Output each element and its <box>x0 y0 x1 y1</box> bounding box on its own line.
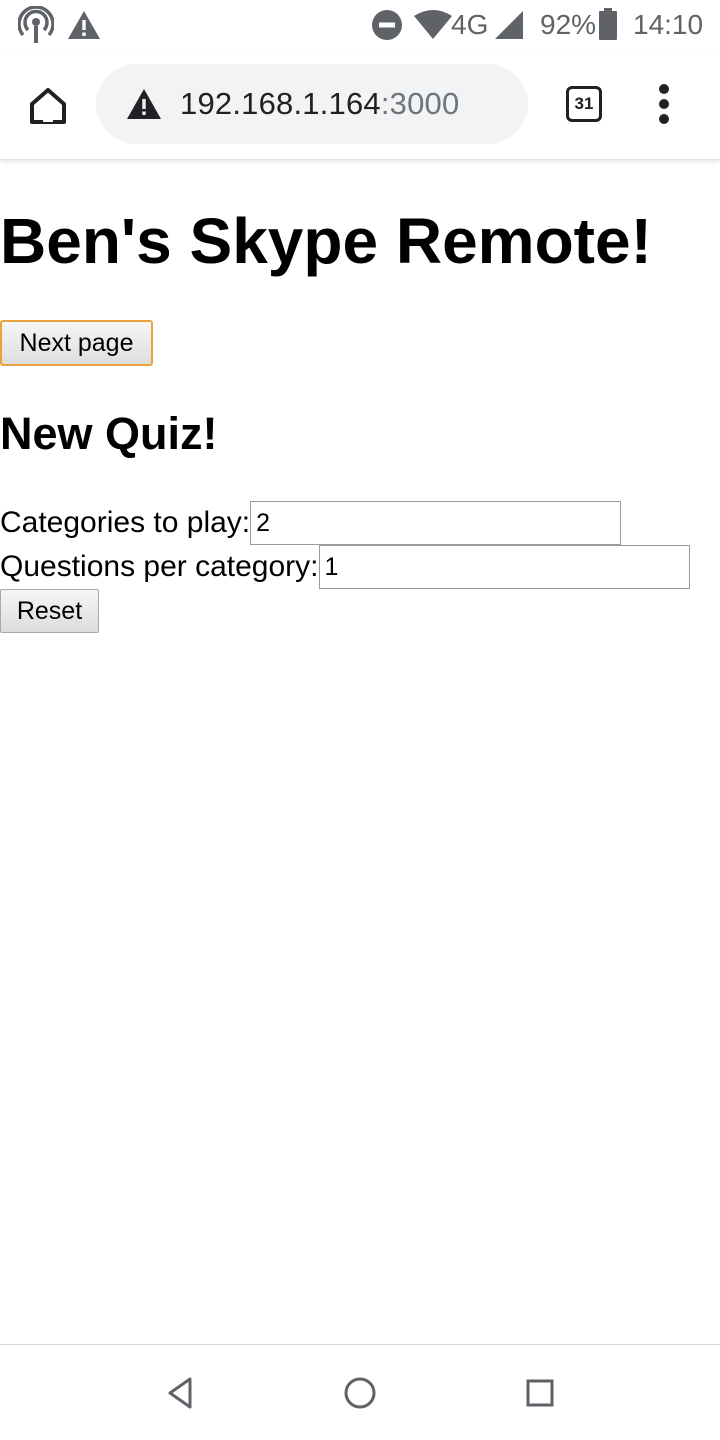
categories-row: Categories to play: <box>0 501 622 545</box>
signal-icon <box>495 11 523 39</box>
questions-label: Questions per category: <box>0 550 319 583</box>
categories-label: Categories to play: <box>0 506 251 539</box>
reset-button[interactable]: Reset <box>0 589 99 633</box>
wifi-icon <box>414 10 452 39</box>
questions-row: Questions per category: <box>0 545 690 589</box>
not-secure-icon[interactable] <box>126 88 162 120</box>
address-bar[interactable]: 192.168.1.164:3000 <box>96 64 528 144</box>
recents-icon[interactable] <box>520 1373 560 1413</box>
url-text[interactable]: 192.168.1.164:3000 <box>180 86 459 122</box>
hotspot-icon <box>18 6 54 43</box>
network-type-label: 4G <box>451 9 489 40</box>
tab-count: 31 <box>574 94 594 113</box>
categories-input[interactable] <box>250 501 622 545</box>
url-host: 192.168.1.164 <box>180 86 381 121</box>
battery-icon <box>599 8 617 40</box>
battery-percent: 92% <box>540 9 597 40</box>
clock: 14:10 <box>633 9 704 40</box>
phone-screen: 4G 92% 14:10 192.168.1.164:3000 31 Ben's… <box>0 0 720 1440</box>
status-bar: 4G 92% 14:10 <box>0 0 720 50</box>
next-page-button[interactable]: Next page <box>0 320 153 366</box>
quiz-heading: New Quiz! <box>0 408 218 459</box>
warning-icon <box>68 11 100 39</box>
tab-switcher-icon[interactable]: 31 <box>566 86 602 122</box>
questions-input[interactable] <box>318 545 690 589</box>
page-title: Ben's Skype Remote! <box>0 205 652 277</box>
system-navigation-bar <box>0 1344 720 1440</box>
more-menu-icon[interactable] <box>652 84 676 124</box>
home-circle-icon[interactable] <box>340 1373 380 1413</box>
home-icon[interactable] <box>24 82 72 130</box>
back-icon[interactable] <box>160 1373 200 1413</box>
url-port: :3000 <box>380 86 460 121</box>
do-not-disturb-icon <box>372 10 402 40</box>
browser-toolbar: 192.168.1.164:3000 31 <box>0 50 720 160</box>
